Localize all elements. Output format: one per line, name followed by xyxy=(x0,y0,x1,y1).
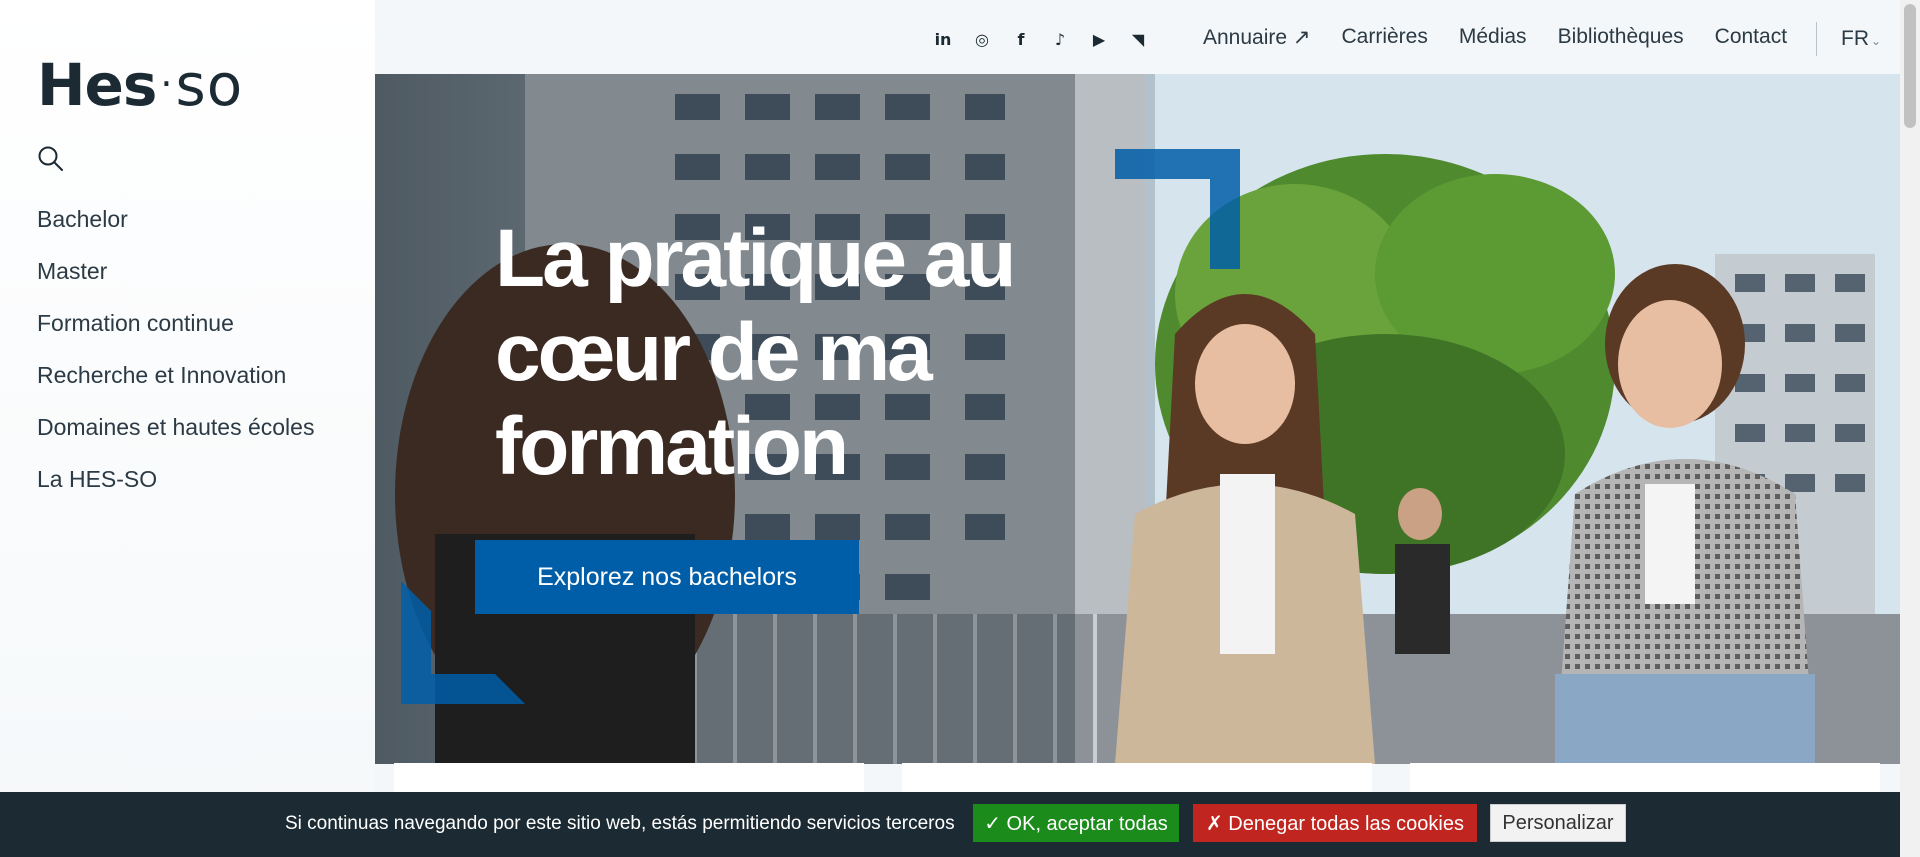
hes-so-logo[interactable]: Hes ·so xyxy=(37,56,243,114)
top-bar: in ◎ f ♪ ▶ ◥ Annuaire ↗ Carrières Médias… xyxy=(375,0,1900,74)
cookie-banner: Si continuas navegando por este sitio we… xyxy=(0,792,1900,857)
link-contact[interactable]: Contact xyxy=(1715,25,1787,50)
main-navigation: Bachelor Master Formation continue Reche… xyxy=(37,200,314,512)
language-selector[interactable]: FR ⌄ xyxy=(1841,27,1881,51)
link-annuaire[interactable]: Annuaire ↗ xyxy=(1203,25,1311,50)
teaser-card[interactable] xyxy=(1410,763,1880,793)
facebook-icon[interactable]: f xyxy=(1008,26,1034,52)
explore-bachelors-button[interactable]: Explorez nos bachelors xyxy=(475,540,859,614)
nav-item-master[interactable]: Master xyxy=(37,252,314,304)
nav-item-domaines-hautes-ecoles[interactable]: Domaines et hautes écoles xyxy=(37,408,314,460)
chevron-down-icon: ⌄ xyxy=(1871,34,1882,48)
teaser-card[interactable] xyxy=(902,763,1372,793)
teaser-cards xyxy=(394,763,1880,793)
divider xyxy=(1816,22,1817,56)
language-label: FR xyxy=(1841,27,1869,50)
social-links: in ◎ f ♪ ▶ ◥ xyxy=(930,26,1151,52)
nav-item-formation-continue[interactable]: Formation continue xyxy=(37,304,314,356)
tiktok-icon[interactable]: ♪ xyxy=(1047,26,1073,52)
logo-main-text: Hes xyxy=(37,51,157,119)
cookie-message: Si continuas navegando por este sitio we… xyxy=(285,813,955,834)
linkedin-icon[interactable]: in xyxy=(930,26,956,52)
link-carrieres[interactable]: Carrières xyxy=(1342,25,1428,50)
link-medias[interactable]: Médias xyxy=(1459,25,1527,50)
search-icon[interactable] xyxy=(37,145,65,173)
teaser-card[interactable] xyxy=(394,763,864,793)
nav-item-bachelor[interactable]: Bachelor xyxy=(37,200,314,252)
rss-icon[interactable]: ◥ xyxy=(1125,26,1151,52)
accept-all-cookies-button[interactable]: ✓ OK, aceptar todas xyxy=(973,804,1179,842)
personalize-cookies-button[interactable]: Personalizar xyxy=(1490,804,1626,842)
nav-item-recherche-innovation[interactable]: Recherche et Innovation xyxy=(37,356,314,408)
scrollbar-thumb[interactable] xyxy=(1904,4,1916,128)
utility-links: Annuaire ↗ Carrières Médias Bibliothèque… xyxy=(1203,25,1787,50)
hero-banner: La pratique au cœur de ma formation Expl… xyxy=(375,74,1900,764)
instagram-icon[interactable]: ◎ xyxy=(969,26,995,52)
deny-all-cookies-button[interactable]: ✗ Denegar todas las cookies xyxy=(1193,804,1477,842)
scrollbar[interactable] xyxy=(1900,0,1920,857)
logo-suffix-text: so xyxy=(175,51,244,119)
logo-dot: · xyxy=(160,62,172,106)
hero-headline: La pratique au cœur de ma formation xyxy=(495,213,1016,492)
sidebar: Hes ·so Bachelor Master Formation continu… xyxy=(0,0,375,857)
nav-item-la-hes-so[interactable]: La HES-SO xyxy=(37,460,314,512)
link-bibliotheques[interactable]: Bibliothèques xyxy=(1558,25,1684,50)
youtube-icon[interactable]: ▶ xyxy=(1086,26,1112,52)
